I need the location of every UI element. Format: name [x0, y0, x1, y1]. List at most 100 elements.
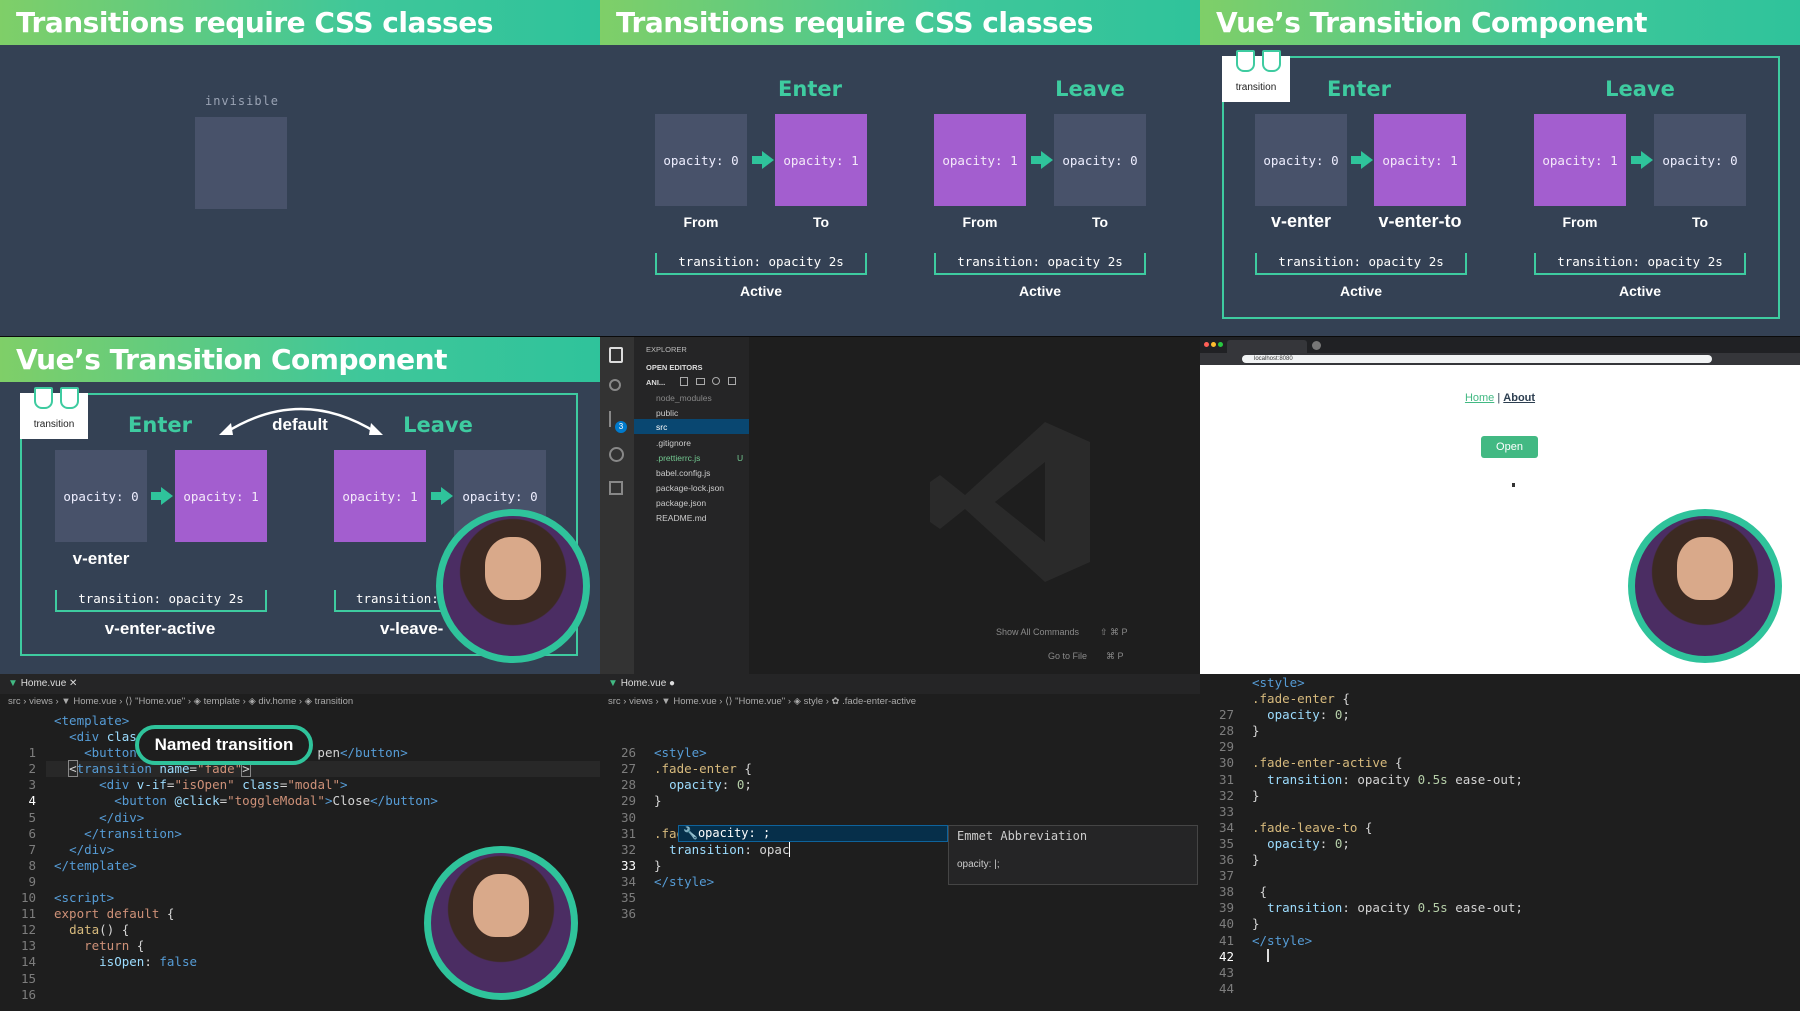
- slide-transition-component-1: Vue’s Transition Component transition En…: [1200, 0, 1800, 336]
- scm-badge: 3: [615, 421, 627, 433]
- code-editor-template: ▼ Home.vue ✕ src › views › ▼ Home.vue › …: [0, 674, 600, 1011]
- enter-from-box: opacity: 0: [1255, 114, 1347, 206]
- emmet-title: Emmet Abbreviation: [957, 829, 1088, 843]
- browser-window: localhost:8080 Home | About Open: [1200, 337, 1800, 674]
- file-item-node-modules[interactable]: node_modules: [656, 393, 712, 403]
- enter-to-box: opacity: 1: [1374, 114, 1466, 206]
- debug-icon[interactable]: [609, 447, 624, 462]
- file-item-babel-config[interactable]: babel.config.js: [656, 468, 710, 478]
- address-bar[interactable]: localhost:8080: [1242, 355, 1712, 363]
- suggestion-details: Emmet Abbreviation opacity: |;: [948, 825, 1198, 885]
- slide-css-classes-2: Transitions require CSS classes Enter Le…: [600, 0, 1200, 336]
- new-tab-button[interactable]: [1312, 341, 1321, 350]
- default-label: default: [272, 415, 328, 434]
- new-folder-icon[interactable]: [696, 378, 705, 385]
- code-style[interactable]: <style> .fade-enter { opacity: 0; } .fad…: [654, 713, 805, 890]
- extensions-icon[interactable]: [609, 481, 623, 495]
- enter-to-box: opacity: 1: [775, 114, 867, 206]
- line-numbers: 26 27 28 29 30 31 32 33 34 35 36: [620, 745, 636, 922]
- file-item-package-lock[interactable]: package-lock.json: [656, 483, 724, 493]
- to-label: To: [1091, 214, 1109, 230]
- file-item-src[interactable]: src: [656, 422, 667, 432]
- new-file-icon[interactable]: [680, 377, 688, 386]
- active-label: Active: [739, 283, 783, 299]
- leave-to-box: opacity: 0: [1654, 114, 1746, 206]
- file-item-readme[interactable]: README.md: [656, 513, 707, 523]
- presenter-avatar: [436, 509, 590, 663]
- breadcrumb[interactable]: src › views › ▼ Home.vue › ⟨⟩ "Home.vue"…: [608, 696, 916, 707]
- transition-bracket: transition: opacity 2s: [1534, 253, 1746, 275]
- transition-bracket: transition: opacity 2s: [655, 253, 867, 275]
- arrow-right-icon: [1031, 151, 1053, 169]
- refresh-icon[interactable]: [712, 377, 720, 385]
- file-item-prettierrc[interactable]: .prettierrc.js: [656, 453, 700, 463]
- open-editors-section[interactable]: OPEN EDITORS: [646, 363, 703, 372]
- window-minimize-button[interactable]: [1211, 342, 1216, 347]
- v-enter-active-label: v-enter-active: [104, 619, 216, 638]
- suggestion-label: opacity: ;: [697, 826, 771, 840]
- presenter-avatar: [424, 846, 578, 1000]
- vue-file-icon: ▼: [8, 678, 21, 689]
- about-link[interactable]: About: [1503, 392, 1535, 404]
- enter-from-box: opacity: 0: [655, 114, 747, 206]
- from-label: From: [683, 214, 719, 230]
- collapse-icon[interactable]: [728, 377, 736, 385]
- open-button[interactable]: Open: [1481, 436, 1538, 458]
- nav-separator: |: [1497, 392, 1501, 404]
- file-item-src-row[interactable]: [634, 419, 749, 434]
- wrench-icon: 🔧: [683, 826, 698, 840]
- emmet-value: opacity: |;: [957, 859, 1000, 870]
- file-item-public[interactable]: public: [656, 408, 678, 418]
- to-label: To: [812, 214, 830, 230]
- transition-bracket: transition: opacity 2s: [934, 253, 1146, 275]
- browser-tabbar: [1200, 337, 1800, 353]
- leave-from-box: opacity: 1: [334, 450, 426, 542]
- from-label: From: [962, 214, 998, 230]
- file-item-gitignore[interactable]: .gitignore: [656, 438, 691, 448]
- show-all-commands-keys: ⇧ ⌘ P: [1100, 627, 1128, 637]
- code-editor-style: ▼ Home.vue ● src › views › ▼ Home.vue › …: [600, 674, 1200, 1011]
- search-icon[interactable]: [609, 379, 621, 391]
- file-item-package-json[interactable]: package.json: [656, 498, 706, 508]
- slide-css-classes-1: Transitions require CSS classes invisibl…: [0, 0, 600, 336]
- arrow-right-icon: [752, 151, 774, 169]
- explorer-title: EXPLORER: [646, 345, 687, 354]
- editor-tab[interactable]: ▼ Home.vue ●: [600, 674, 1200, 694]
- window-close-button[interactable]: [1204, 342, 1209, 347]
- arrow-right-icon: [151, 487, 173, 505]
- home-link[interactable]: Home: [1465, 392, 1494, 404]
- leave-heading: Leave: [1055, 77, 1125, 101]
- browser-toolbar: localhost:8080: [1200, 353, 1800, 365]
- close-icon[interactable]: ✕: [66, 678, 77, 689]
- slide-title: Vue’s Transition Component: [1200, 0, 1800, 45]
- editor-tab-label: Home.vue: [20, 678, 67, 689]
- go-to-file-hint: Go to File: [1048, 651, 1088, 661]
- invisible-box: [195, 117, 287, 209]
- editor-tab[interactable]: ▼ Home.vue ✕: [0, 674, 600, 694]
- enter-heading: Enter: [1327, 77, 1391, 101]
- presenter-avatar: [1628, 509, 1782, 663]
- mouse-cursor-icon: [1512, 483, 1515, 487]
- transition-bracket: transition: opacity 2s: [55, 590, 267, 612]
- show-all-commands-hint: Show All Commands: [996, 627, 1080, 637]
- code-fade-classes[interactable]: <style> .fade-enter { opacity: 0; } .fad…: [1252, 675, 1523, 949]
- slide-title: Vue’s Transition Component: [0, 337, 600, 382]
- enter-heading: Enter: [778, 77, 842, 101]
- title-part-a: Vue’s: [16, 343, 110, 376]
- browser-tab[interactable]: [1227, 340, 1307, 353]
- active-label: Active: [1018, 283, 1062, 299]
- line-numbers: 27 28 29 30 31 32 33 34 35 36 37 38 39 40 41 42 43 44: [1218, 707, 1234, 996]
- vscode-logo-watermark: [930, 422, 1090, 582]
- leave-to-box: opacity: 0: [1054, 114, 1146, 206]
- window-zoom-button[interactable]: [1218, 342, 1223, 347]
- from-label: From: [1562, 214, 1598, 230]
- autocomplete-suggestion[interactable]: 🔧opacity: ;: [678, 825, 948, 842]
- to-label: To: [1691, 214, 1709, 230]
- title-part-b: Transition Component: [109, 343, 448, 376]
- project-section[interactable]: ANI...: [646, 378, 665, 387]
- activity-bar: 3: [600, 337, 634, 674]
- breadcrumb[interactable]: src › views › ▼ Home.vue › ⟨⟩ "Home.vue"…: [8, 696, 353, 707]
- v-enter-label: v-enter: [72, 549, 130, 568]
- v-enter-label: v-enter: [1270, 211, 1332, 231]
- files-icon[interactable]: [609, 347, 623, 363]
